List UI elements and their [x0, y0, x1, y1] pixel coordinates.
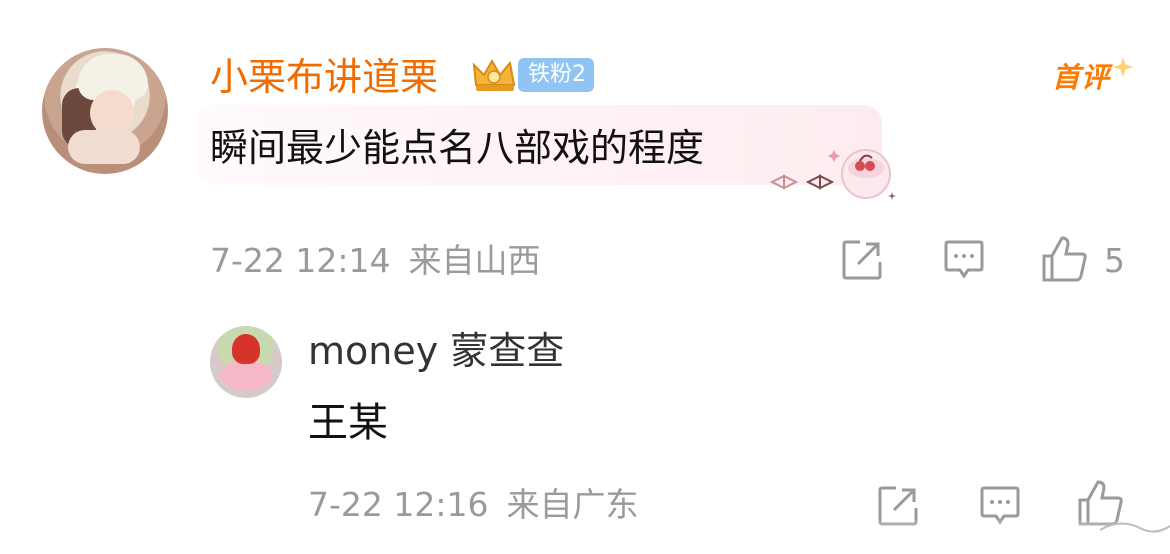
bubble-decoration [769, 149, 896, 200]
watermark-mark [1100, 522, 1170, 533]
reply-text: 王某 [308, 400, 388, 446]
first-comment-tag: 首评 [1052, 61, 1111, 94]
username[interactable]: 小栗布讲道栗 [210, 52, 438, 102]
star-icon [1113, 57, 1133, 77]
fan-badge[interactable]: 铁粉2 [518, 58, 594, 92]
comment-icon[interactable] [942, 238, 986, 282]
avatar-tutu [220, 360, 272, 390]
reply-username[interactable]: money 蒙查查 [308, 326, 564, 376]
comment-text: 瞬间最少能点名八部戏的程度 [210, 126, 705, 170]
comment-date: 7-22 12:14 [210, 241, 391, 280]
avatar[interactable] [42, 48, 168, 174]
avatar-figure [232, 334, 260, 364]
like-count: 5 [1104, 241, 1125, 280]
comment-meta: 7-22 12:14 来自山西 [210, 238, 541, 284]
share-icon[interactable] [840, 238, 884, 282]
thumbs-up-icon[interactable] [1040, 234, 1090, 284]
avatar-scarf [68, 130, 140, 164]
reply-avatar[interactable] [210, 326, 282, 398]
comment-location: 来自山西 [408, 241, 541, 280]
bottom-fade [0, 518, 1170, 554]
